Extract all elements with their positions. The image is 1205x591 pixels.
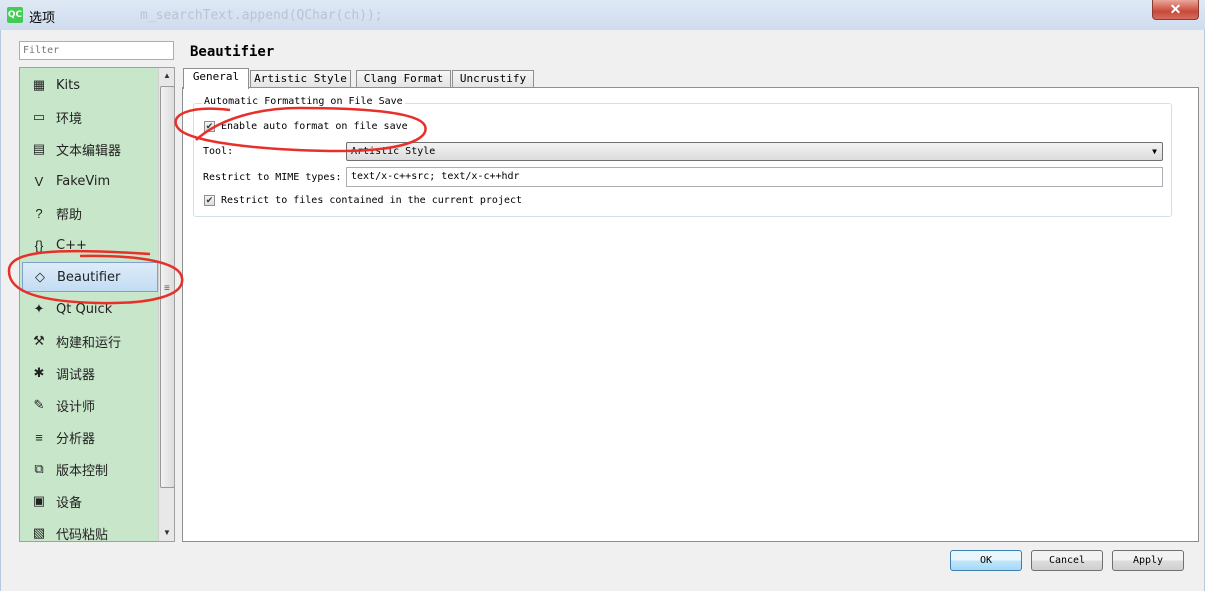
grip-icon: ≡	[164, 283, 170, 294]
text-editor-icon: ▤	[32, 141, 46, 156]
sidebar-item-label: 帮助	[56, 207, 83, 223]
kits-icon: ▦	[32, 77, 46, 92]
scroll-thumb[interactable]: ≡	[160, 86, 174, 488]
tool-label: Tool:	[203, 146, 234, 157]
sidebar-item-label: C++	[56, 237, 87, 253]
monitor-icon: ▭	[32, 109, 46, 124]
sidebar-scrollbar[interactable]: ▲ ≡ ▼	[158, 68, 174, 541]
hammer-icon: ⚒	[33, 333, 45, 348]
enable-auto-format-label: Enable auto format on file save	[221, 121, 408, 132]
sidebar-item-label: 设计师	[56, 399, 96, 415]
sidebar-item-beautifier[interactable]: ◇ Beautifier	[22, 262, 158, 292]
cancel-button[interactable]: Cancel	[1031, 550, 1103, 571]
sidebar-item-version-control[interactable]: ⧉ 版本控制	[22, 454, 158, 484]
pencil-icon: ✎	[33, 397, 45, 412]
scroll-up-arrow-icon[interactable]: ▲	[159, 68, 174, 84]
sidebar-item-debugger[interactable]: ✱ 调试器	[22, 358, 158, 388]
chevron-down-icon: ▼	[1152, 147, 1157, 156]
groupbox-title: Automatic Formatting on File Save	[202, 96, 405, 107]
tool-select-value: Artistic Style	[351, 146, 436, 157]
ok-button[interactable]: OK	[950, 550, 1022, 571]
sidebar-item-label: Kits	[56, 77, 81, 93]
diamond-icon: ◇	[35, 269, 45, 284]
sidebar-item-analyzer[interactable]: ≡ 分析器	[22, 422, 158, 452]
tab-clang-format[interactable]: Clang Format	[356, 70, 451, 88]
sidebar-item-label: 代码粘贴	[56, 527, 109, 542]
mime-types-field[interactable]: text/x-c++src; text/x-c++hdr	[346, 167, 1163, 187]
device-icon: ▣	[32, 493, 46, 508]
sidebar-item-fakevim[interactable]: V FakeVim	[22, 166, 158, 196]
sidebar-item-label: Beautifier	[57, 269, 121, 285]
sidebar-item-qt-quick[interactable]: ✦ Qt Quick	[22, 294, 158, 324]
sidebar-item-label: 分析器	[56, 431, 96, 447]
sidebar-item-environment[interactable]: ▭ 环境	[22, 102, 158, 132]
enable-auto-format-checkbox[interactable]: ✔	[204, 121, 215, 132]
background-code-text: m_searchText.append(QChar(ch));	[140, 8, 383, 23]
sidebar-item-build-run[interactable]: ⚒ 构建和运行	[22, 326, 158, 356]
version-control-icon: ⧉	[34, 461, 44, 476]
sidebar-item-label: Qt Quick	[56, 301, 113, 317]
sidebar-item-label: 调试器	[56, 367, 96, 383]
scroll-down-arrow-icon[interactable]: ▼	[159, 525, 174, 541]
sidebar-item-label: 环境	[56, 111, 83, 127]
close-button[interactable]: ✕	[1152, 0, 1199, 20]
sidebar-item-text-editor[interactable]: ▤ 文本编辑器	[22, 134, 158, 164]
sidebar-item-label: 文本编辑器	[56, 143, 122, 159]
filter-input[interactable]	[19, 41, 174, 60]
restrict-to-project-label: Restrict to files contained in the curre…	[221, 195, 523, 206]
fakevim-icon: V	[34, 173, 44, 189]
tab-uncrustify[interactable]: Uncrustify	[452, 70, 534, 88]
tab-general[interactable]: General	[183, 68, 249, 89]
sidebar-item-help[interactable]: ? 帮助	[22, 198, 158, 228]
sidebar-item-cpp[interactable]: {} C++	[22, 230, 158, 260]
qt-creator-logo-icon: QC	[7, 7, 23, 23]
analyzer-icon: ≡	[35, 429, 43, 445]
bug-icon: ✱	[33, 365, 45, 380]
sidebar-item-designer[interactable]: ✎ 设计师	[22, 390, 158, 420]
sidebar-item-label: 设备	[56, 495, 83, 511]
clipboard-icon: ▧	[32, 525, 46, 540]
sidebar-item-kits[interactable]: ▦ Kits	[22, 70, 158, 100]
sidebar-item-label: 构建和运行	[56, 335, 122, 351]
page-title: Beautifier	[190, 44, 275, 60]
sidebar-item-code-paste[interactable]: ▧ 代码粘贴	[22, 518, 158, 542]
sidebar-item-label: 版本控制	[56, 463, 109, 479]
help-icon: ?	[35, 205, 43, 221]
tab-artistic-style[interactable]: Artistic Style	[250, 70, 351, 88]
window-title: 选项	[29, 11, 56, 26]
restrict-to-project-checkbox[interactable]: ✔	[204, 195, 215, 206]
sidebar-item-label: FakeVim	[56, 173, 111, 189]
mime-types-label: Restrict to MIME types:	[203, 172, 342, 183]
sidebar-item-devices[interactable]: ▣ 设备	[22, 486, 158, 516]
cpp-icon: {}	[34, 237, 44, 253]
category-sidebar[interactable]: ▦ Kits ▭ 环境 ▤ 文本编辑器 V FakeVim ? 帮助 {} C+…	[19, 67, 175, 542]
tool-select[interactable]: Artistic Style ▼	[346, 142, 1163, 161]
qtquick-icon: ✦	[33, 301, 45, 316]
apply-button[interactable]: Apply	[1112, 550, 1184, 571]
window-title-bar[interactable]: QC 选项 m_searchText.append(QChar(ch)); ✕	[0, 0, 1205, 31]
